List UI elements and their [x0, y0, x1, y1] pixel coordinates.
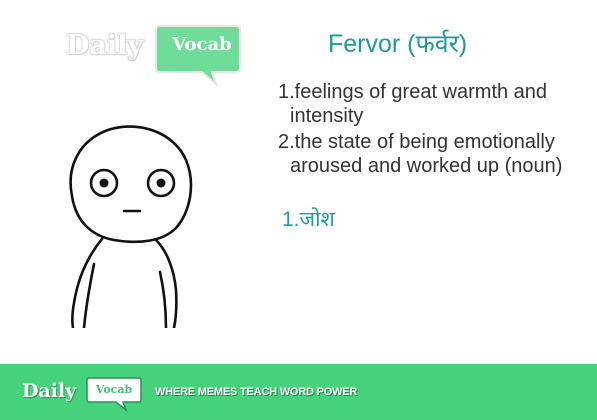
hindi-meaning: 1.जोश — [282, 208, 335, 231]
logo-daily-text: Daily — [66, 30, 144, 61]
definition-item: 1.feelings of great warmth and intensity — [278, 81, 548, 127]
meme-face-illustration — [69, 125, 193, 328]
definition-list: 1.feelings of great warmth and intensity… — [278, 80, 593, 180]
footer-daily-text: Daily — [22, 380, 77, 402]
daily-vocab-logo: Daily Vocab — [66, 24, 246, 88]
footer-banner: Daily Vocab WHERE MEMES TEACH WORD POWER — [0, 364, 597, 420]
word-title: Fervor (फर्वर) — [328, 30, 468, 58]
logo-vocab-text: Vocab — [172, 34, 232, 55]
footer-tagline: WHERE MEMES TEACH WORD POWER — [155, 386, 358, 398]
footer-vocab-text: Vocab — [95, 383, 133, 396]
definition-item: 2.the state of being emotionally aroused… — [278, 131, 563, 177]
